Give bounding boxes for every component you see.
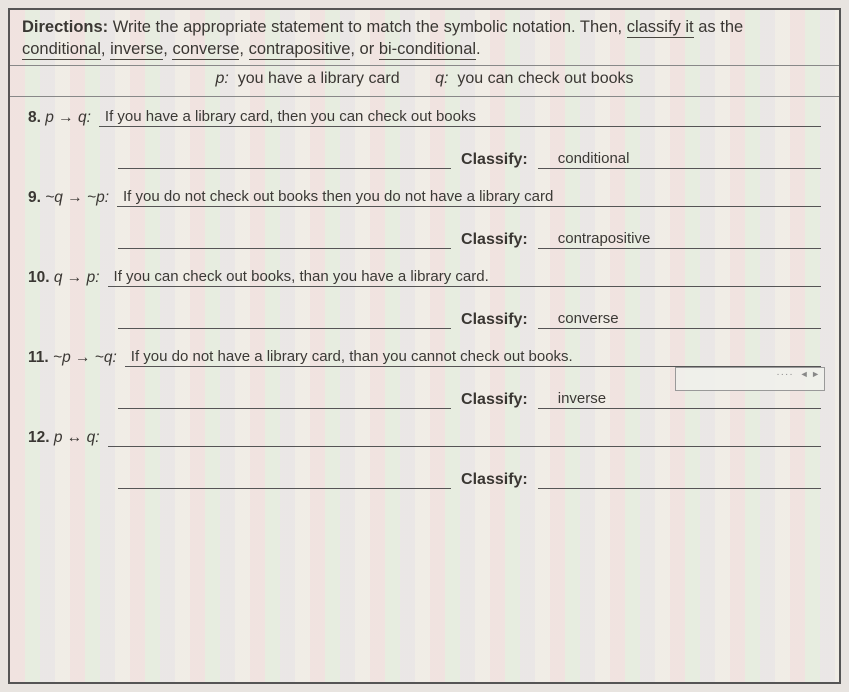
problem-11-cont-blank[interactable] xyxy=(118,389,451,409)
directions-label: Directions: xyxy=(22,18,108,36)
classify-label-10: Classify: xyxy=(461,311,528,329)
problem-12-cont-blank[interactable] xyxy=(118,469,451,489)
problem-10-statement: If you can check out books, than you hav… xyxy=(114,268,815,285)
q-label: q: xyxy=(435,70,448,87)
selection-overlay[interactable]: ···· ◄ ► xyxy=(675,367,825,391)
classify-label-11: Classify: xyxy=(461,391,528,409)
directions-block: Directions: Write the appropriate statem… xyxy=(10,10,839,66)
problem-10: 10. q → p: If you can check out books, t… xyxy=(10,257,839,337)
problem-11-notation: ~p → ~q: xyxy=(53,349,117,366)
problem-11-statement: If you do not have a library card, than … xyxy=(131,348,815,365)
classify-label-12: Classify: xyxy=(461,471,528,489)
problem-9-cont-blank[interactable] xyxy=(118,229,451,249)
problem-8: 8. p → q: If you have a library card, th… xyxy=(10,97,839,177)
problem-9-notation: ~q → ~p: xyxy=(45,189,109,206)
problem-10-cont-blank[interactable] xyxy=(118,309,451,329)
term-converse: converse xyxy=(172,40,239,60)
problem-12-classify-blank[interactable] xyxy=(538,469,821,489)
problem-12: 12. p ↔ q: Classify: xyxy=(10,417,839,497)
problem-9-statement-blank[interactable]: If you do not check out books then you d… xyxy=(117,187,821,207)
problem-8-classification: conditional xyxy=(558,150,630,167)
p-label: p: xyxy=(216,70,229,87)
problem-11-num: 11. xyxy=(28,349,49,366)
term-inverse: inverse xyxy=(110,40,163,60)
problem-11-classification: inverse xyxy=(558,390,606,407)
problem-11-classify-blank[interactable]: inverse ···· ◄ ► xyxy=(538,389,821,409)
problem-10-classification: converse xyxy=(558,310,619,327)
problem-12-num: 12. xyxy=(28,429,50,446)
classify-it: classify it xyxy=(627,18,694,38)
problem-8-notation: p → q: xyxy=(45,109,91,126)
problem-10-notation: q → p: xyxy=(54,269,100,286)
overlay-arrows-icon: ◄ ► xyxy=(800,369,820,389)
problem-11-statement-blank[interactable]: If you do not have a library card, than … xyxy=(125,347,821,367)
classify-label-9: Classify: xyxy=(461,231,528,249)
problem-8-statement-blank[interactable]: If you have a library card, then you can… xyxy=(99,107,821,127)
classify-label-8: Classify: xyxy=(461,151,528,169)
problem-9-num: 9. xyxy=(28,189,41,206)
problem-12-notation: p ↔ q: xyxy=(54,429,100,446)
or-word: , or xyxy=(350,40,378,58)
problem-10-statement-blank[interactable]: If you can check out books, than you hav… xyxy=(108,267,821,287)
problem-8-classify-blank[interactable]: conditional xyxy=(538,149,821,169)
worksheet: Directions: Write the appropriate statem… xyxy=(8,8,841,684)
problem-9-statement: If you do not check out books then you d… xyxy=(123,188,815,205)
overlay-dots-icon: ···· xyxy=(776,369,793,389)
term-contrapositive: contrapositive xyxy=(249,40,351,60)
directions-text-mid: as the xyxy=(694,18,744,36)
problem-10-num: 10. xyxy=(28,269,50,286)
problem-8-statement: If you have a library card, then you can… xyxy=(105,108,815,125)
problem-8-cont-blank[interactable] xyxy=(118,149,451,169)
directions-text-1: Write the appropriate statement to match… xyxy=(113,18,627,36)
problem-12-statement-blank[interactable] xyxy=(108,427,821,447)
given-block: p: you have a library card q: you can ch… xyxy=(10,66,839,97)
p-text: you have a library card xyxy=(238,70,400,87)
problem-9-classify-blank[interactable]: contrapositive xyxy=(538,229,821,249)
term-conditional: conditional xyxy=(22,40,101,60)
problem-9: 9. ~q → ~p: If you do not check out book… xyxy=(10,177,839,257)
term-biconditional: bi-conditional xyxy=(379,40,476,60)
q-text: you can check out books xyxy=(457,70,633,87)
problem-8-num: 8. xyxy=(28,109,41,126)
problem-10-classify-blank[interactable]: converse xyxy=(538,309,821,329)
problem-11: 11. ~p → ~q: If you do not have a librar… xyxy=(10,337,839,417)
problem-9-classification: contrapositive xyxy=(558,230,651,247)
